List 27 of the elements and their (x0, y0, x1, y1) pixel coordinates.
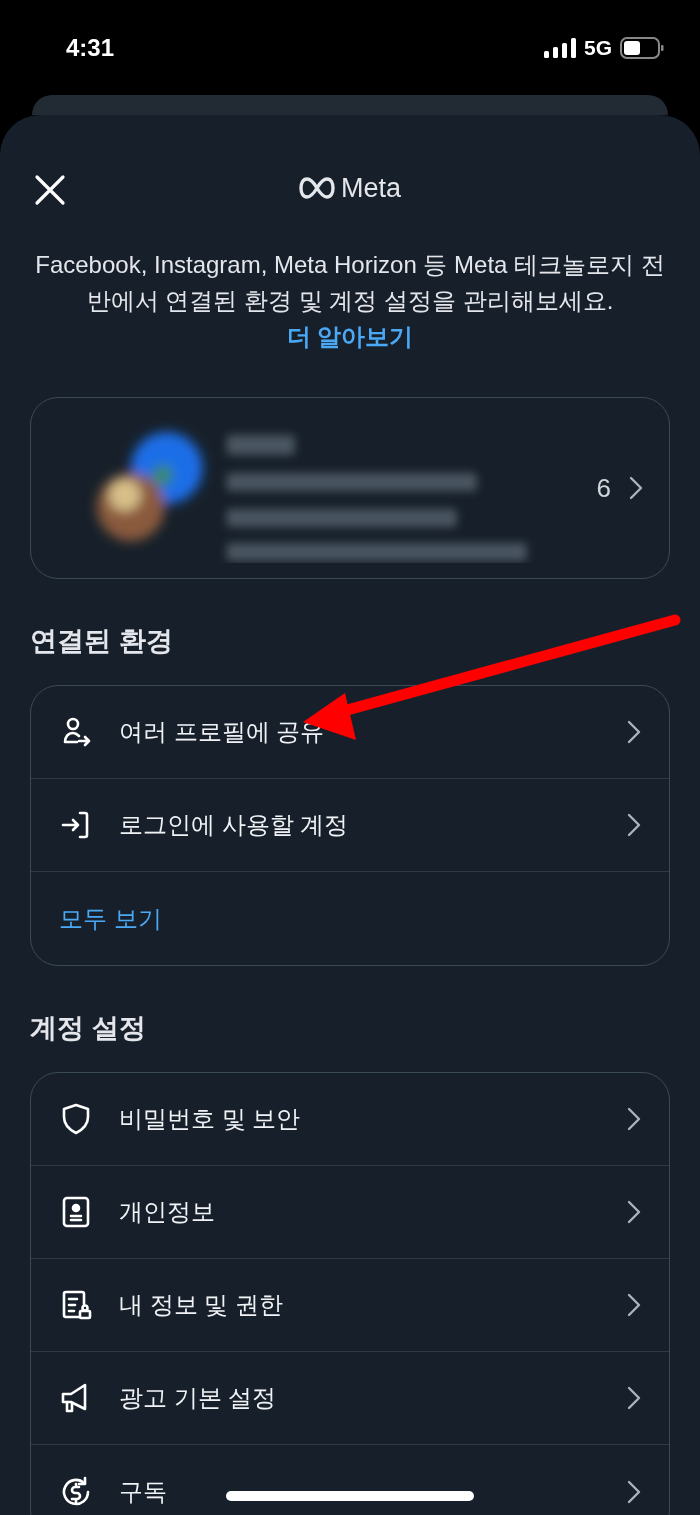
chevron-right-icon (627, 720, 641, 744)
settings-item[interactable]: 비밀번호 및 보안 (31, 1073, 669, 1166)
infinity-logo-icon (299, 177, 335, 199)
profile-count: 6 (596, 472, 611, 504)
chevron-right-icon (627, 813, 641, 837)
chevron-right-icon (627, 1479, 641, 1504)
settings-item[interactable]: 내 정보 및 권한 (31, 1259, 669, 1352)
settings-item[interactable]: 로그인에 사용할 계정 (31, 779, 669, 872)
section-heading: 연결된 환경 (30, 625, 174, 658)
settings-item[interactable]: 구독 (31, 1445, 669, 1515)
battery-icon (620, 36, 664, 59)
chevron-right-icon (627, 1293, 641, 1317)
signal-icon (544, 37, 576, 58)
learn-more-link[interactable]: 더 알아보기 (286, 323, 414, 350)
status-time: 4:31 (66, 33, 115, 62)
section-heading: 계정 설정 (30, 1012, 147, 1045)
see-all-link[interactable]: 모두 보기 (59, 902, 162, 935)
intro-text: Facebook, Instagram, Meta Horizon 등 Meta 테크놀로지 전반에서 연결된 환경 및 계정 설정을 관리해보세요. 더 알아보기 (34, 250, 666, 352)
app-title: Meta (341, 172, 401, 204)
chevron-right-icon (627, 1386, 641, 1410)
chevron-right-icon (627, 1200, 641, 1224)
network-label: 5G (584, 35, 612, 60)
chevron-right-icon (629, 476, 643, 500)
settings-item[interactable]: 개인정보 (31, 1166, 669, 1259)
chevron-right-icon (627, 1107, 641, 1131)
profile-card[interactable]: 6 (30, 397, 670, 579)
settings-item[interactable]: 광고 기본 설정 (31, 1352, 669, 1445)
